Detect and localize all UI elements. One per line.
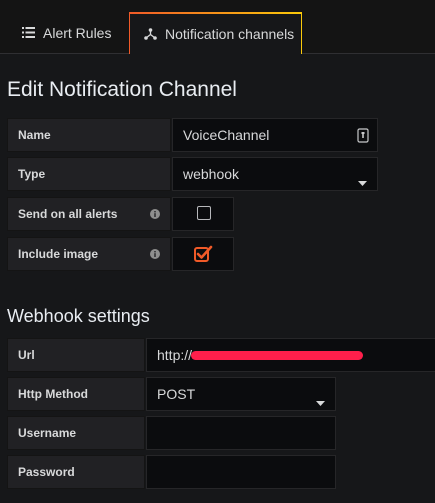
- share-icon: [144, 28, 157, 40]
- type-label-text: Type: [18, 167, 46, 181]
- username-label-text: Username: [18, 426, 77, 440]
- name-label: Name: [7, 118, 171, 152]
- url-label: Url: [7, 338, 145, 372]
- send-on-all-alerts-label: Send on all alerts: [7, 197, 171, 231]
- http-method-label: Http Method: [7, 377, 145, 411]
- tab-bar: Alert Rules Notification channels: [0, 0, 435, 55]
- password-label-text: Password: [18, 465, 75, 479]
- include-image-checkbox[interactable]: [194, 245, 214, 266]
- password-input[interactable]: [146, 455, 336, 489]
- username-input[interactable]: [146, 416, 336, 450]
- tab-notification-channels[interactable]: Notification channels: [129, 12, 302, 55]
- caret-down-icon: [358, 173, 367, 189]
- http-method-value: POST: [157, 386, 196, 402]
- webhook-settings-title: Webhook settings: [7, 306, 150, 326]
- http-method-select[interactable]: POST: [146, 377, 336, 411]
- send-on-all-alerts-field: [172, 197, 234, 231]
- redaction-mark: [191, 351, 363, 360]
- info-icon[interactable]: [150, 208, 160, 222]
- page-title: Edit Notification Channel: [7, 78, 237, 101]
- type-label: Type: [7, 157, 171, 191]
- name-label-text: Name: [18, 128, 51, 142]
- info-icon[interactable]: [150, 248, 160, 262]
- type-select-value: webhook: [183, 166, 240, 182]
- password-label: Password: [7, 455, 145, 489]
- password-manager-icon[interactable]: [357, 128, 369, 146]
- list-icon: [22, 27, 35, 38]
- type-select[interactable]: webhook: [172, 157, 378, 191]
- url-input-value: http://: [157, 347, 193, 363]
- username-label: Username: [7, 416, 145, 450]
- send-on-all-alerts-label-text: Send on all alerts: [18, 207, 118, 221]
- caret-down-icon: [316, 393, 325, 409]
- name-input-value: VoiceChannel: [183, 127, 270, 143]
- include-image-field: [172, 237, 234, 271]
- send-on-all-alerts-checkbox[interactable]: [197, 206, 211, 220]
- url-label-text: Url: [18, 348, 35, 362]
- tab-alert-rules-label: Alert Rules: [43, 24, 112, 41]
- include-image-label-text: Include image: [18, 247, 99, 261]
- tab-alert-rules[interactable]: Alert Rules: [8, 12, 126, 53]
- tab-notification-channels-label: Notification channels: [165, 26, 295, 42]
- http-method-label-text: Http Method: [18, 387, 88, 401]
- include-image-label: Include image: [7, 237, 171, 271]
- url-input[interactable]: http://: [146, 338, 435, 372]
- name-input[interactable]: VoiceChannel: [172, 118, 378, 152]
